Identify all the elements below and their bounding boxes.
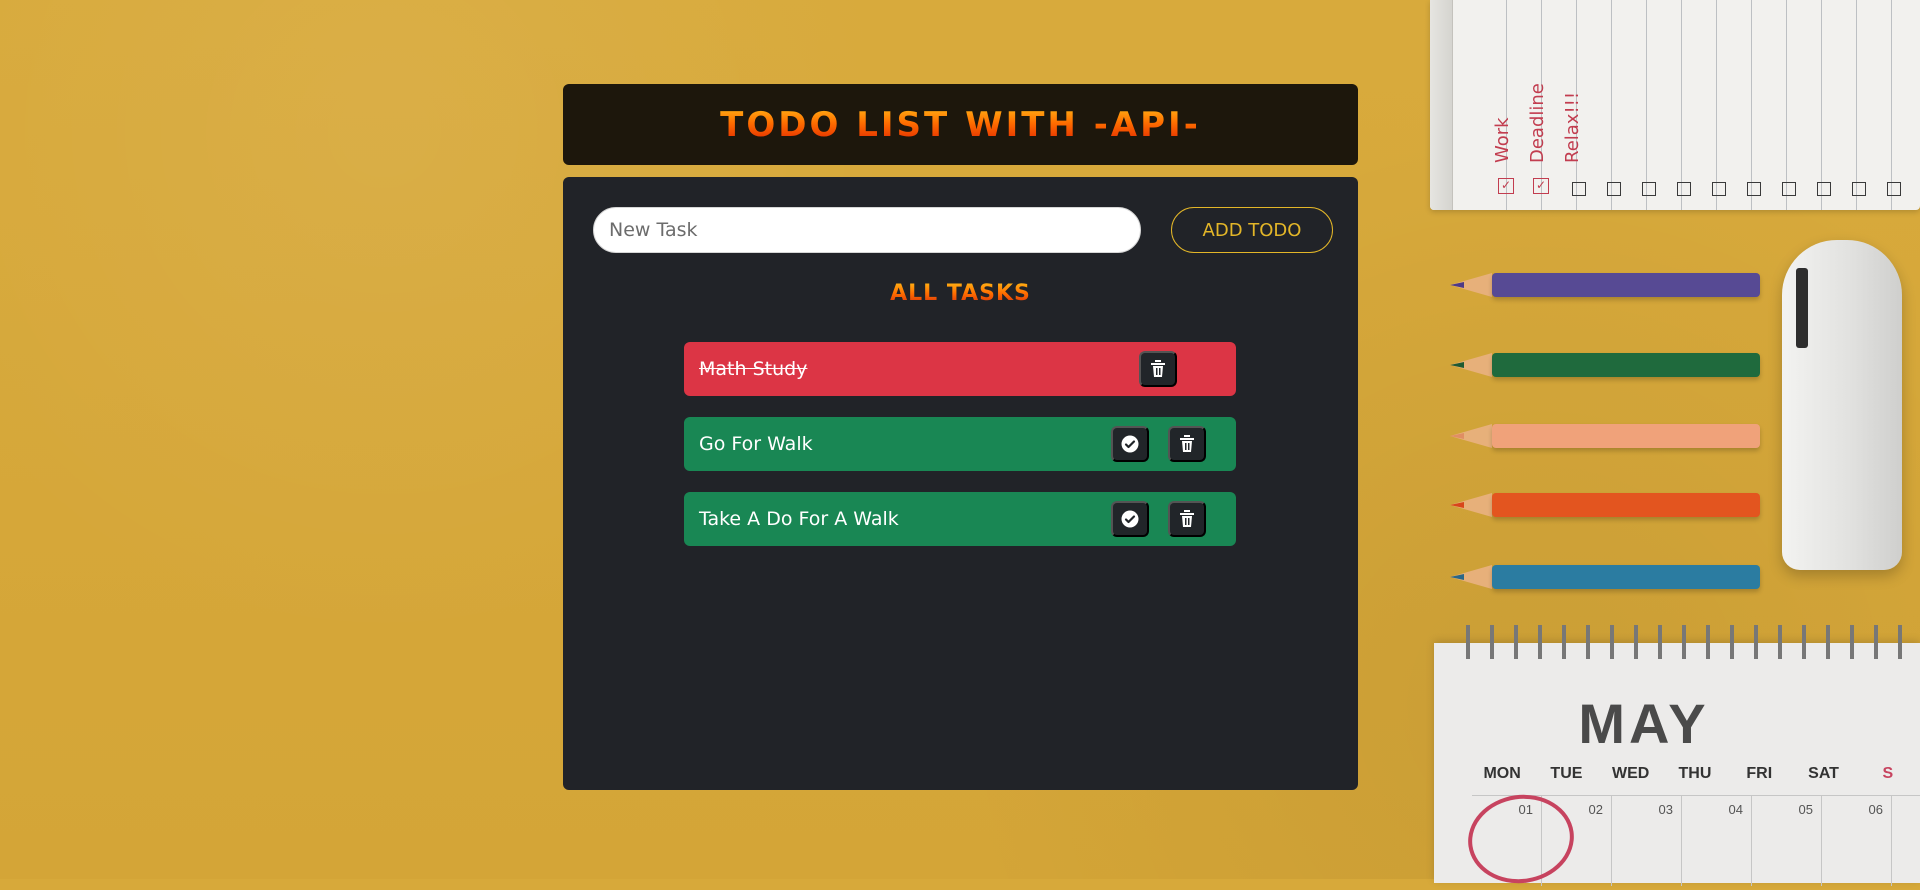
notebook-box-icon <box>1887 182 1901 196</box>
add-todo-button[interactable]: ADD TODO <box>1171 207 1333 253</box>
task-item: Go For Walk <box>684 417 1236 471</box>
calendar-date: 05 <box>1752 796 1822 886</box>
pencil-tip <box>1450 433 1464 439</box>
notebook-box-icon <box>1677 182 1691 196</box>
stapler-slot <box>1796 268 1808 348</box>
peach-pencil-decoration <box>1450 424 1760 448</box>
notebook-box-icon <box>1712 182 1726 196</box>
task-list: Math Study Go For Walk Take A Do For A W… <box>684 342 1236 567</box>
notebook-decoration: ✓ ✓ Work Deadline Relax!!! <box>1430 0 1920 210</box>
task-item: Take A Do For A Walk <box>684 492 1236 546</box>
calendar-weekday: MON <box>1483 765 1521 782</box>
purple-pencil-decoration <box>1450 273 1760 297</box>
trash-icon <box>1149 359 1167 379</box>
trash-icon <box>1178 509 1196 529</box>
notebook-box-icon <box>1747 182 1761 196</box>
complete-task-button[interactable] <box>1111 426 1149 462</box>
pencil-tip <box>1450 574 1464 580</box>
pencil-body <box>1492 353 1760 377</box>
calendar-month: MAY <box>1578 692 1710 755</box>
calendar-weekdays: MON TUE WED THU FRI SAT S <box>1470 765 1920 783</box>
page-title: TODO LIST WITH -API- <box>720 104 1201 145</box>
notebook-check-icon: ✓ <box>1533 178 1549 194</box>
notebook-label-relax: Relax!!! <box>1562 91 1583 163</box>
orange-pencil-decoration <box>1450 493 1760 517</box>
notebook-box-icon <box>1852 182 1866 196</box>
notebook-check-icon: ✓ <box>1498 178 1514 194</box>
add-task-row: ADD TODO <box>593 207 1334 253</box>
task-text: Math Study <box>699 358 808 380</box>
calendar-weekday: FRI <box>1746 765 1773 782</box>
calendar-weekday: WED <box>1612 765 1650 782</box>
todo-card: ADD TODO ALL TASKS Math Study Go For Wal… <box>563 177 1358 790</box>
task-item: Math Study <box>684 342 1236 396</box>
delete-task-button[interactable] <box>1139 351 1177 387</box>
new-task-input[interactable] <box>593 207 1141 253</box>
notebook-box-icon <box>1642 182 1656 196</box>
notebook-box-icon <box>1607 182 1621 196</box>
pencil-body <box>1492 565 1760 589</box>
calendar-weekday: S <box>1882 765 1894 782</box>
complete-task-button[interactable] <box>1111 501 1149 537</box>
notebook-label-deadline: Deadline <box>1527 83 1548 163</box>
calendar-rings <box>1458 625 1920 659</box>
all-tasks-heading: ALL TASKS <box>563 281 1358 306</box>
task-text: Go For Walk <box>699 433 813 455</box>
task-text: Take A Do For A Walk <box>699 508 899 530</box>
notebook-binding <box>1430 0 1453 210</box>
check-circle-icon <box>1120 434 1140 454</box>
pencil-tip <box>1450 502 1464 508</box>
notebook-box-icon <box>1817 182 1831 196</box>
calendar-date: 06 <box>1822 796 1892 886</box>
calendar-date: 03 <box>1612 796 1682 886</box>
blue-pencil-decoration <box>1450 565 1760 589</box>
trash-icon <box>1178 434 1196 454</box>
pencil-body <box>1492 273 1760 297</box>
check-circle-icon <box>1120 509 1140 529</box>
pencil-tip <box>1450 282 1464 288</box>
green-pencil-decoration <box>1450 353 1760 377</box>
pencil-body <box>1492 424 1760 448</box>
calendar-weekday: TUE <box>1550 765 1583 782</box>
calendar-weekday: THU <box>1678 765 1712 782</box>
delete-task-button[interactable] <box>1168 501 1206 537</box>
notebook-box-icon <box>1572 182 1586 196</box>
notebook-label-work: Work <box>1492 117 1513 163</box>
app-header: TODO LIST WITH -API- <box>563 84 1358 165</box>
pencil-tip <box>1450 362 1464 368</box>
calendar-date: 04 <box>1682 796 1752 886</box>
calendar-decoration: MAY MON TUE WED THU FRI SAT S 01 02 03 0… <box>1434 625 1920 890</box>
calendar-weekday: SAT <box>1808 765 1839 782</box>
pencil-body <box>1492 493 1760 517</box>
delete-task-button[interactable] <box>1168 426 1206 462</box>
stapler-decoration <box>1782 240 1902 570</box>
notebook-box-icon <box>1782 182 1796 196</box>
